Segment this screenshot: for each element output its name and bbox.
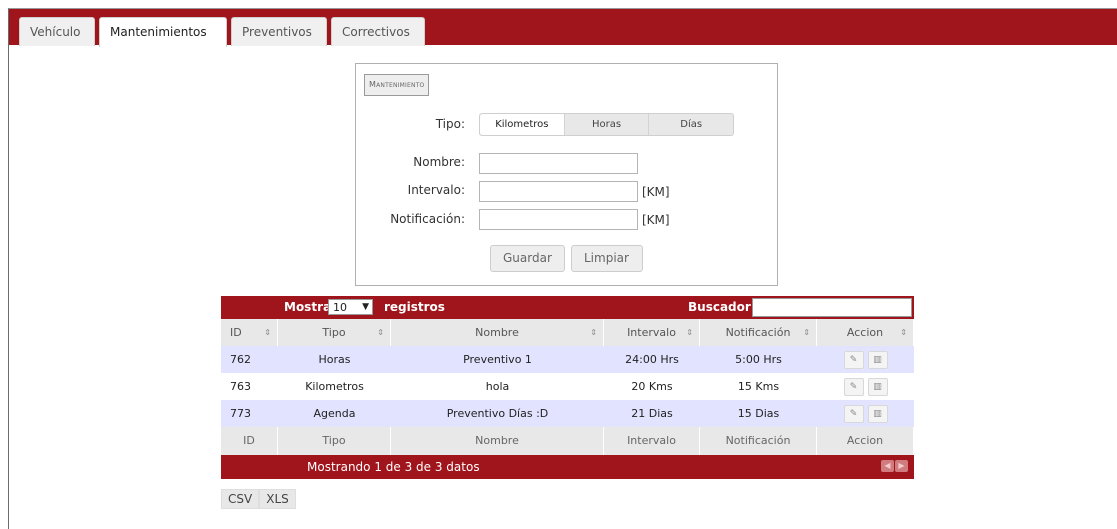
- cell-notificacion: 15 Dias: [737, 407, 780, 420]
- form-legend: Mantenimiento: [364, 74, 430, 96]
- cell-tipo: Horas: [318, 353, 351, 366]
- table-row: 763 Kilometros hola 20 Kms 15 Kms ✎ ▥: [221, 373, 914, 400]
- trash-icon[interactable]: ▥: [867, 351, 888, 369]
- notificacion-label: Notificación:: [390, 212, 465, 226]
- tab-correctivos[interactable]: Correctivos: [331, 17, 425, 46]
- col-footer-accion: Accion: [817, 427, 914, 455]
- page-size-value: 10: [333, 301, 347, 314]
- cell-nombre: hola: [485, 380, 510, 393]
- tipo-label: Tipo:: [435, 117, 465, 131]
- cell-accion: ✎ ▥: [817, 400, 914, 427]
- table-status-bar: Mostrando 1 de 3 de 3 datos ◀ ▶: [221, 455, 914, 479]
- col-header-label: ID: [230, 326, 242, 339]
- table-toolbar: Mostrar 10 ▼ registros Buscador:: [221, 296, 914, 319]
- cell-intervalo: 21 Dias: [631, 407, 673, 420]
- trash-icon[interactable]: ▥: [867, 378, 888, 396]
- col-header-label: Intervalo: [627, 326, 676, 339]
- col-header-label: Tipo: [322, 326, 346, 339]
- search-input[interactable]: [752, 298, 912, 317]
- sort-arrows-icon: ⇕: [686, 328, 693, 337]
- cell-nombre: Preventivo 1: [463, 353, 532, 366]
- intervalo-unit: [KM]: [642, 185, 670, 199]
- tab-bar: Vehículo Mantenimientos Preventivos Corr…: [9, 9, 1117, 47]
- tipo-option-kilometros[interactable]: Kilometros: [480, 114, 565, 135]
- cell-id: 773: [230, 407, 251, 420]
- cell-id: 763: [230, 380, 251, 393]
- sort-arrows-icon: ⇕: [377, 328, 384, 337]
- pager: ◀ ▶: [881, 460, 908, 472]
- cell-intervalo: 20 Kms: [631, 380, 673, 393]
- tipo-selector: Kilometros Horas Días: [479, 113, 734, 136]
- sort-arrows-icon: ⇕: [900, 328, 907, 337]
- cell-nombre: Preventivo Días :D: [446, 407, 549, 420]
- table-row: 762 Horas Preventivo 1 24:00 Hrs 5:00 Hr…: [221, 346, 914, 373]
- sort-arrows-icon: ⇕: [803, 328, 810, 337]
- next-page-icon[interactable]: ▶: [895, 460, 908, 472]
- tab-mantenimientos[interactable]: Mantenimientos: [99, 17, 227, 47]
- cell-tipo: Kilometros: [305, 380, 364, 393]
- search-label: Buscador:: [688, 300, 756, 314]
- prev-page-icon[interactable]: ◀: [881, 460, 894, 472]
- maintenance-form: Mantenimiento Tipo: Kilometros Horas Día…: [355, 63, 778, 286]
- col-header-label: Accion: [846, 326, 884, 339]
- maintenance-table: Mostrar 10 ▼ registros Buscador: ID ⇕ Tip…: [221, 296, 914, 479]
- col-header-accion[interactable]: Accion ⇕: [817, 319, 914, 346]
- tab-vehiculo[interactable]: Vehículo: [19, 17, 95, 46]
- col-header-label: Nombre: [475, 326, 519, 339]
- cell-notificacion: 5:00 Hrs: [735, 353, 782, 366]
- cell-id: 762: [230, 353, 251, 366]
- cell-intervalo: 24:00 Hrs: [625, 353, 679, 366]
- cell-notificacion: 15 Kms: [737, 380, 780, 393]
- sort-arrows-icon: ⇕: [264, 328, 271, 337]
- col-header-nombre[interactable]: Nombre ⇕: [391, 319, 604, 346]
- sort-arrows-icon: ⇕: [590, 328, 597, 337]
- nombre-label: Nombre:: [413, 155, 465, 169]
- tipo-option-dias[interactable]: Días: [649, 114, 733, 135]
- col-header-notificacion[interactable]: Notificación ⇕: [700, 319, 817, 346]
- col-header-tipo[interactable]: Tipo ⇕: [278, 319, 391, 346]
- pencil-icon[interactable]: ✎: [843, 351, 864, 369]
- tab-preventivos[interactable]: Preventivos: [231, 17, 327, 46]
- table-footer: ID Tipo Nombre Intervalo Notificación Ac…: [221, 427, 914, 455]
- dropdown-arrow-icon: ▼: [362, 302, 369, 312]
- col-footer-nombre: Nombre: [391, 427, 604, 455]
- cell-accion: ✎ ▥: [817, 373, 914, 400]
- xls-button[interactable]: XLS: [259, 489, 296, 509]
- col-header-label: Notificación: [725, 326, 791, 339]
- intervalo-label: Intervalo:: [407, 183, 465, 197]
- pencil-icon[interactable]: ✎: [843, 378, 864, 396]
- intervalo-input[interactable]: [479, 181, 638, 202]
- notificacion-input[interactable]: [479, 209, 638, 230]
- table-row: 773 Agenda Preventivo Días :D 21 Dias 15…: [221, 400, 914, 427]
- clear-button[interactable]: Limpiar: [571, 245, 643, 272]
- save-button[interactable]: Guardar: [490, 245, 565, 272]
- cell-accion: ✎ ▥: [817, 346, 914, 373]
- cell-tipo: Agenda: [313, 407, 356, 420]
- table-info: Mostrando 1 de 3 de 3 datos: [307, 460, 480, 474]
- col-footer-id: ID: [221, 427, 278, 455]
- trash-icon[interactable]: ▥: [867, 405, 888, 423]
- table-header: ID ⇕ Tipo ⇕ Nombre ⇕ Intervalo ⇕ Notificació…: [221, 319, 914, 346]
- page-size-select[interactable]: 10 ▼: [328, 299, 373, 315]
- col-header-intervalo[interactable]: Intervalo ⇕: [604, 319, 700, 346]
- export-buttons: CSV XLS: [221, 489, 296, 509]
- col-header-id[interactable]: ID ⇕: [221, 319, 278, 346]
- col-footer-notificacion: Notificación: [700, 427, 817, 455]
- nombre-input[interactable]: [479, 153, 638, 174]
- col-footer-intervalo: Intervalo: [604, 427, 700, 455]
- csv-button[interactable]: CSV: [221, 489, 260, 509]
- col-footer-tipo: Tipo: [278, 427, 391, 455]
- pencil-icon[interactable]: ✎: [843, 405, 864, 423]
- tipo-option-horas[interactable]: Horas: [565, 114, 650, 135]
- records-label: registros: [384, 300, 445, 314]
- notificacion-unit: [KM]: [642, 213, 670, 227]
